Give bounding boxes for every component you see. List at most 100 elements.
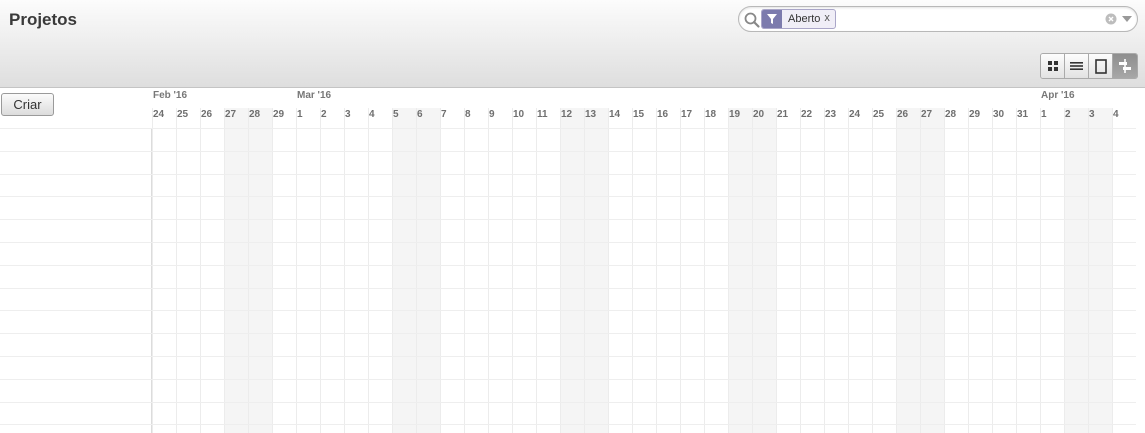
- gantt-chart[interactable]: 24 25 26 27 28 29 1 2 3 4 5 6 7 8 9 10 11 12 13 14 15 16 17 18 1…: [152, 88, 1136, 433]
- gantt-row-divider: [0, 378, 1136, 380]
- search-facet[interactable]: Aberto x: [761, 9, 836, 29]
- gantt-row-divider: [0, 424, 1136, 426]
- gantt-day-column: 31: [1016, 108, 1040, 433]
- gantt-day-column: 4: [368, 108, 392, 433]
- gantt-row-divider: [0, 287, 1136, 289]
- form-icon: [1094, 58, 1107, 74]
- gantt-day-label: 28: [249, 109, 261, 120]
- gantt-row-divider: [0, 219, 1136, 221]
- gantt-day-column: 21: [776, 108, 800, 433]
- gantt-day-column: 16: [656, 108, 680, 433]
- gantt-row-divider: [0, 333, 1136, 335]
- gantt-day-label: 31: [1017, 109, 1029, 120]
- filter-icon: [762, 10, 782, 28]
- control-panel: Projetos Aberto x: [0, 0, 1145, 88]
- gantt-day-column: 3: [344, 108, 368, 433]
- gantt-day-label: 30: [993, 109, 1005, 120]
- gantt-day-column: 7: [440, 108, 464, 433]
- gantt-day-column: 4: [1112, 108, 1136, 433]
- gantt-day-column: 28: [944, 108, 968, 433]
- gantt-day-column: 26: [896, 108, 920, 433]
- facet-value: Aberto: [788, 13, 821, 25]
- gantt-day-label: 1: [1041, 109, 1047, 120]
- create-button[interactable]: Criar: [1, 93, 54, 116]
- gantt-day-label: 2: [321, 109, 327, 120]
- gantt-day-column: 25: [176, 108, 200, 433]
- list-icon: [1070, 62, 1083, 70]
- gantt-day-column: 11: [536, 108, 560, 433]
- gantt-day-label: 16: [657, 109, 669, 120]
- gantt-day-column: 1: [1040, 108, 1064, 433]
- form-view-button[interactable]: [1089, 54, 1113, 78]
- gantt-day-column: 5: [392, 108, 416, 433]
- view-switcher: [1040, 53, 1138, 79]
- page-title: Projetos: [9, 10, 78, 29]
- search-icon[interactable]: [743, 11, 761, 29]
- gantt-row-divider: [0, 264, 1136, 266]
- gantt-day-column: 8: [464, 108, 488, 433]
- gantt-day-label: 4: [1113, 109, 1119, 120]
- gantt-day-column: 10: [512, 108, 536, 433]
- gantt-day-label: 27: [225, 109, 237, 120]
- gantt-row-divider: [0, 128, 1136, 129]
- gantt-day-column: 22: [800, 108, 824, 433]
- gantt-day-label: 24: [849, 109, 861, 120]
- gantt-day-label: 6: [417, 109, 423, 120]
- gantt-day-label: 1: [297, 109, 303, 120]
- gantt-day-label: 24: [153, 109, 165, 120]
- gantt-day-label: 13: [585, 109, 597, 120]
- gantt-day-label: 8: [465, 109, 471, 120]
- gantt-day-column: 24: [848, 108, 872, 433]
- gantt-day-label: 11: [537, 109, 548, 120]
- gantt-day-column: 24: [152, 108, 176, 433]
- gantt-day-label: 15: [633, 109, 645, 120]
- gantt-day-label: 23: [825, 109, 837, 120]
- kanban-view-button[interactable]: [1041, 54, 1065, 78]
- gantt-day-column: 28: [248, 108, 272, 433]
- gantt-day-column: 2: [320, 108, 344, 433]
- gantt-day-label: 29: [273, 109, 285, 120]
- gantt-day-label: 26: [897, 109, 909, 120]
- search-dropdown-icon[interactable]: [1122, 16, 1132, 22]
- search-bar[interactable]: Aberto x: [738, 6, 1138, 32]
- gantt-icon: [1119, 59, 1131, 73]
- gantt-day-column: 27: [224, 108, 248, 433]
- gantt-row-divider: [0, 356, 1136, 357]
- gantt-day-label: 19: [729, 109, 741, 120]
- gantt-day-label: 20: [753, 109, 765, 120]
- gantt-day-column: 27: [920, 108, 944, 433]
- gantt-day-column: 25: [872, 108, 896, 433]
- gantt-day-label: 10: [513, 109, 525, 120]
- list-view-button[interactable]: [1065, 54, 1089, 78]
- gantt-day-label: 17: [681, 109, 693, 120]
- gantt-day-column: 20: [752, 108, 776, 433]
- facet-remove-button[interactable]: x: [824, 10, 835, 28]
- gantt-day-column: 26: [200, 108, 224, 433]
- clear-search-icon[interactable]: [1105, 13, 1117, 25]
- gantt-day-label: 7: [441, 109, 447, 120]
- gantt-month-label: Apr '16: [1041, 90, 1075, 101]
- gantt-day-column: 15: [632, 108, 656, 433]
- gantt-day-label: 25: [177, 109, 189, 120]
- gantt-day-label: 2: [1065, 109, 1071, 120]
- gantt-day-label: 9: [489, 109, 495, 120]
- gantt-view-button[interactable]: [1113, 54, 1137, 78]
- gantt-day-label: 21: [777, 109, 789, 120]
- gantt-day-column: 9: [488, 108, 512, 433]
- kanban-icon: [1047, 61, 1058, 71]
- gantt-day-label: 28: [945, 109, 957, 120]
- gantt-row-divider: [0, 150, 1136, 152]
- gantt-day-label: 18: [705, 109, 717, 120]
- gantt-day-label: 5: [393, 109, 399, 120]
- gantt-row-divider: [0, 242, 1136, 243]
- gantt-day-column: 1: [296, 108, 320, 433]
- gantt-day-column: 30: [992, 108, 1016, 433]
- gantt-day-column: 23: [824, 108, 848, 433]
- gantt-day-column: 29: [968, 108, 992, 433]
- gantt-day-label: 3: [345, 109, 351, 120]
- gantt-day-column: 18: [704, 108, 728, 433]
- gantt-day-label: 14: [609, 109, 621, 120]
- gantt-day-column: 12: [560, 108, 584, 433]
- gantt-row-divider: [0, 310, 1136, 312]
- gantt-day-column: 6: [416, 108, 440, 433]
